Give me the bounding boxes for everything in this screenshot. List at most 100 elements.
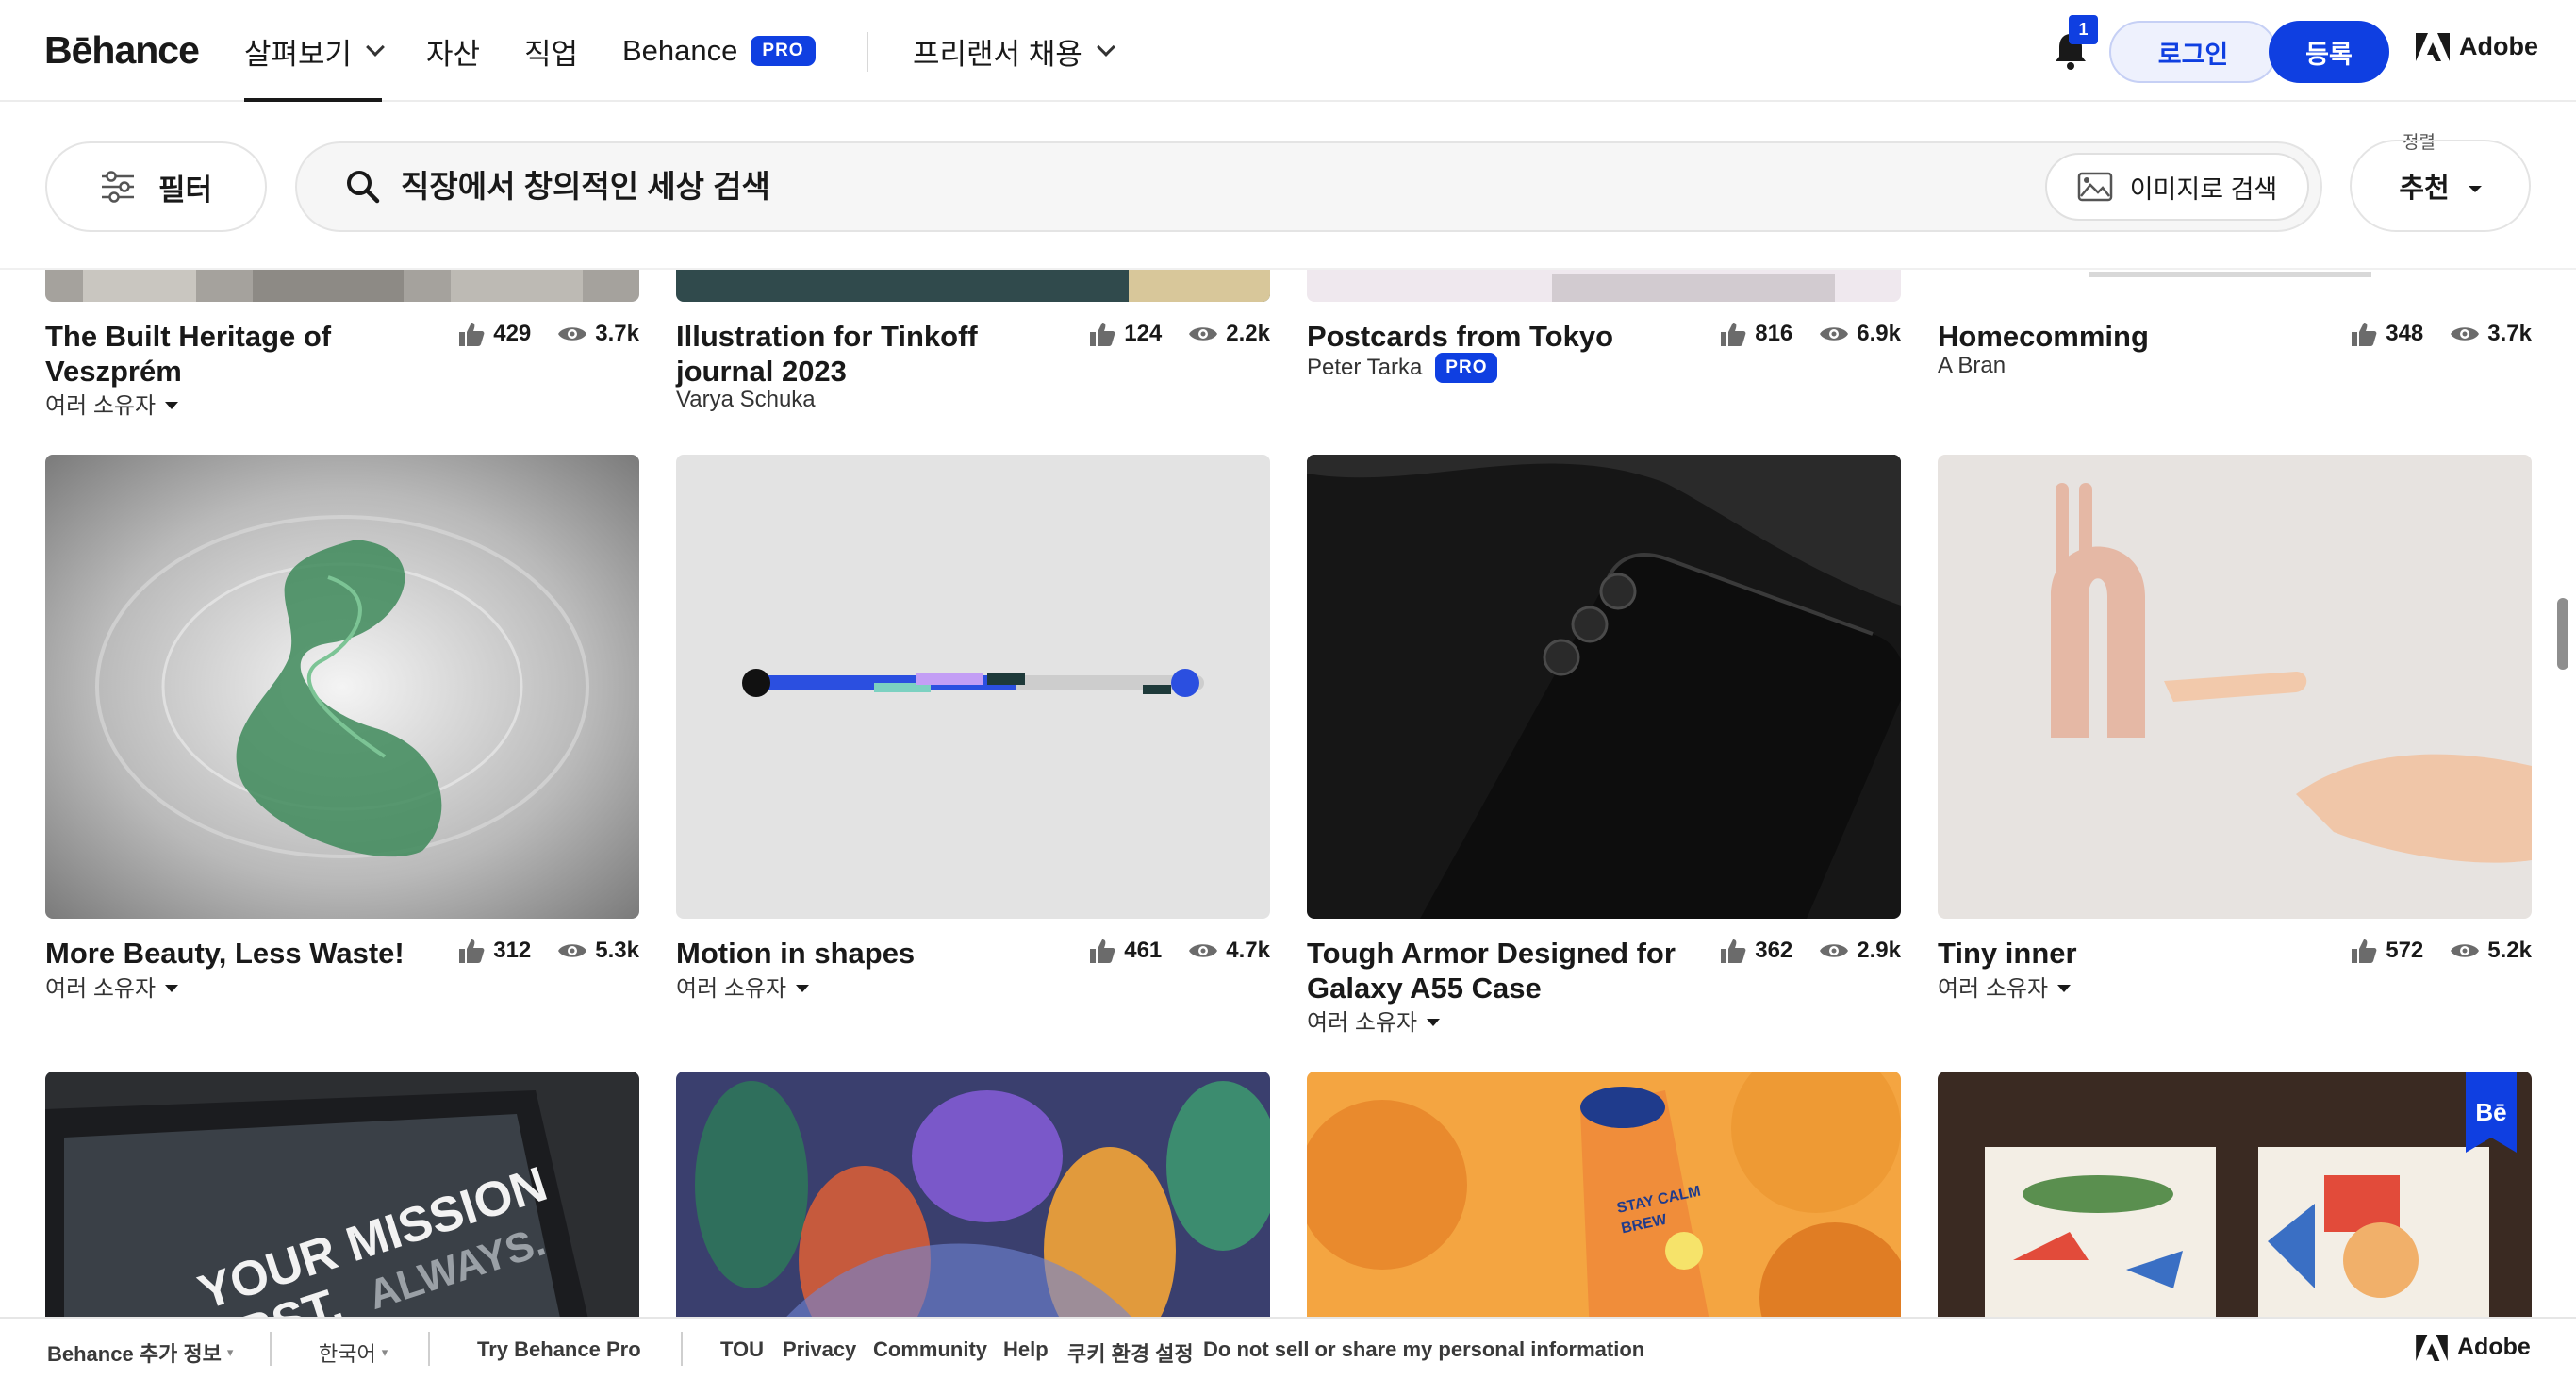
footer-tou[interactable]: TOU <box>720 1337 764 1362</box>
caret-down-icon <box>1427 1018 1441 1026</box>
phone-case-artwork <box>1307 455 1901 919</box>
footer-more-info[interactable]: Behance 추가 정보 ▾ <box>47 1337 233 1368</box>
project-stats: 572 5.2k <box>2350 938 2532 964</box>
nav-behance-pro[interactable]: Behance PRO <box>622 0 816 102</box>
caret-down-icon <box>2057 984 2072 992</box>
view-stat: 6.9k <box>1819 321 1901 347</box>
like-count: 461 <box>1124 938 1163 963</box>
nav-hire-freelancers-label: 프리랜서 채용 <box>913 37 1082 71</box>
project-title[interactable]: Motion in shapes <box>676 936 1072 971</box>
like-count: 572 <box>2386 938 2424 963</box>
footer-privacy[interactable]: Privacy <box>783 1337 856 1362</box>
project-owner[interactable]: A Bran <box>1938 353 2006 379</box>
view-stat: 2.9k <box>1819 938 1901 964</box>
footer-adobe-link[interactable]: Adobe <box>2416 1334 2531 1361</box>
project-title[interactable]: Tiny inner <box>1938 936 2334 971</box>
nav-explore-label: 살펴보기 <box>244 37 353 71</box>
caret-down-icon <box>165 984 179 992</box>
image-search-button[interactable]: 이미지로 검색 <box>2045 153 2309 221</box>
project-thumbnail[interactable] <box>676 455 1270 919</box>
footer-try-pro[interactable]: Try Behance Pro <box>477 1337 641 1362</box>
footer-divider <box>681 1332 683 1366</box>
nav-jobs[interactable]: 직업 <box>524 0 578 102</box>
view-count: 5.2k <box>2487 938 2532 963</box>
view-count: 2.9k <box>1857 938 1901 963</box>
filter-button[interactable]: 필터 <box>45 141 267 232</box>
footer-cookie-settings[interactable]: 쿠키 환경 설정 <box>1067 1337 1194 1368</box>
project-title[interactable]: Homecomming <box>1938 319 2334 354</box>
view-count: 2.2k <box>1226 321 1270 346</box>
footer-help[interactable]: Help <box>1003 1337 1049 1362</box>
chevron-down-icon <box>366 38 385 57</box>
behance-badge-icon: Bē <box>2475 1098 2506 1126</box>
project-thumbnail[interactable] <box>1307 455 1901 919</box>
vertical-scrollbar-thumb[interactable] <box>2557 598 2568 670</box>
like-count: 124 <box>1124 321 1163 346</box>
project-thumbnail[interactable] <box>676 1072 1270 1336</box>
footer-divider <box>428 1332 430 1366</box>
owner-name: 여러 소유자 <box>676 976 787 1002</box>
footer-more-info-label: Behance 추가 정보 <box>47 1342 222 1366</box>
search-filter-bar: 필터 이미지로 검색 정렬 추천 <box>0 104 2576 270</box>
project-title[interactable]: More Beauty, Less Waste! <box>45 936 441 971</box>
multiple-owners-dropdown[interactable]: 여러 소유자 <box>45 387 179 420</box>
project-stats: 816 6.9k <box>1719 321 1901 347</box>
filter-label: 필터 <box>157 173 213 207</box>
like-count: 429 <box>493 321 532 346</box>
project-thumbnail[interactable] <box>45 455 639 919</box>
project-title[interactable]: Illustration for Tinkoff journal 2023 <box>676 319 1072 389</box>
project-owner[interactable]: Peter Tarka PRO <box>1307 353 1498 383</box>
project-title[interactable]: Postcards from Tokyo <box>1307 319 1703 354</box>
nav-jobs-label: 직업 <box>524 37 579 71</box>
nav-assets[interactable]: 자산 <box>426 0 480 102</box>
signup-button[interactable]: 등록 <box>2269 21 2389 83</box>
footer-adobe-label: Adobe <box>2457 1334 2531 1360</box>
footer-community[interactable]: Community <box>873 1337 987 1362</box>
project-thumbnail[interactable] <box>1938 455 2532 919</box>
nav-explore[interactable]: 살펴보기 <box>244 0 385 102</box>
eye-icon <box>558 327 587 341</box>
footer-language-label: 한국어 <box>319 1342 376 1366</box>
sort-dropdown[interactable]: 추천 <box>2350 140 2531 232</box>
nav-assets-label: 자산 <box>426 37 481 71</box>
footer-do-not-sell[interactable]: Do not sell or share my personal informa… <box>1203 1337 1644 1362</box>
pro-badge: PRO <box>751 36 816 66</box>
eye-icon <box>1189 944 1218 957</box>
view-stat: 5.2k <box>2450 938 2532 964</box>
project-title[interactable]: The Built Heritage of Veszprém <box>45 319 441 389</box>
owner-name: 여러 소유자 <box>1938 976 2049 1002</box>
owner-name: Varya Schuka <box>676 387 816 412</box>
notification-count-badge: 1 <box>2069 15 2098 44</box>
login-button[interactable]: 로그인 <box>2109 21 2277 83</box>
project-thumbnail[interactable]: Bē <box>1938 1072 2532 1336</box>
multiple-owners-dropdown[interactable]: 여러 소유자 <box>676 970 810 1003</box>
search-input[interactable] <box>401 169 1815 205</box>
eye-icon <box>1189 327 1218 341</box>
adobe-link[interactable]: Adobe <box>2416 32 2538 61</box>
multiple-owners-dropdown[interactable]: 여러 소유자 <box>45 970 179 1003</box>
project-thumbnail[interactable]: STAY CALM BREW <box>1307 1072 1901 1336</box>
owner-name: 여러 소유자 <box>45 393 157 419</box>
project-thumbnail[interactable]: YOUR MISSION FIRST. ALWAYS. <box>45 1072 639 1336</box>
adobe-label: Adobe <box>2459 32 2538 60</box>
view-count: 3.7k <box>2487 321 2532 346</box>
caret-down-icon <box>2468 185 2482 192</box>
thumbs-up-icon <box>459 939 485 963</box>
like-count: 312 <box>493 938 532 963</box>
eye-icon <box>2451 944 2480 957</box>
view-count: 3.7k <box>595 321 639 346</box>
thumbs-up-icon <box>1721 939 1746 963</box>
multiple-owners-dropdown[interactable]: 여러 소유자 <box>1938 970 2072 1003</box>
footer-language[interactable]: 한국어 ▾ <box>319 1337 388 1368</box>
image-search-label: 이미지로 검색 <box>2129 174 2278 204</box>
nav-hire-freelancers[interactable]: 프리랜서 채용 <box>913 0 1115 102</box>
view-stat: 2.2k <box>1188 321 1270 347</box>
behance-logo[interactable]: Bēhance <box>44 28 200 73</box>
footer-divider <box>270 1332 272 1366</box>
filter-sliders-icon <box>101 171 134 203</box>
owner-name: Peter Tarka <box>1307 355 1423 380</box>
project-stats: 362 2.9k <box>1719 938 1901 964</box>
project-title[interactable]: Tough Armor Designed for Galaxy A55 Case <box>1307 936 1703 1005</box>
project-owner[interactable]: Varya Schuka <box>676 387 816 413</box>
multiple-owners-dropdown[interactable]: 여러 소유자 <box>1307 1004 1441 1037</box>
